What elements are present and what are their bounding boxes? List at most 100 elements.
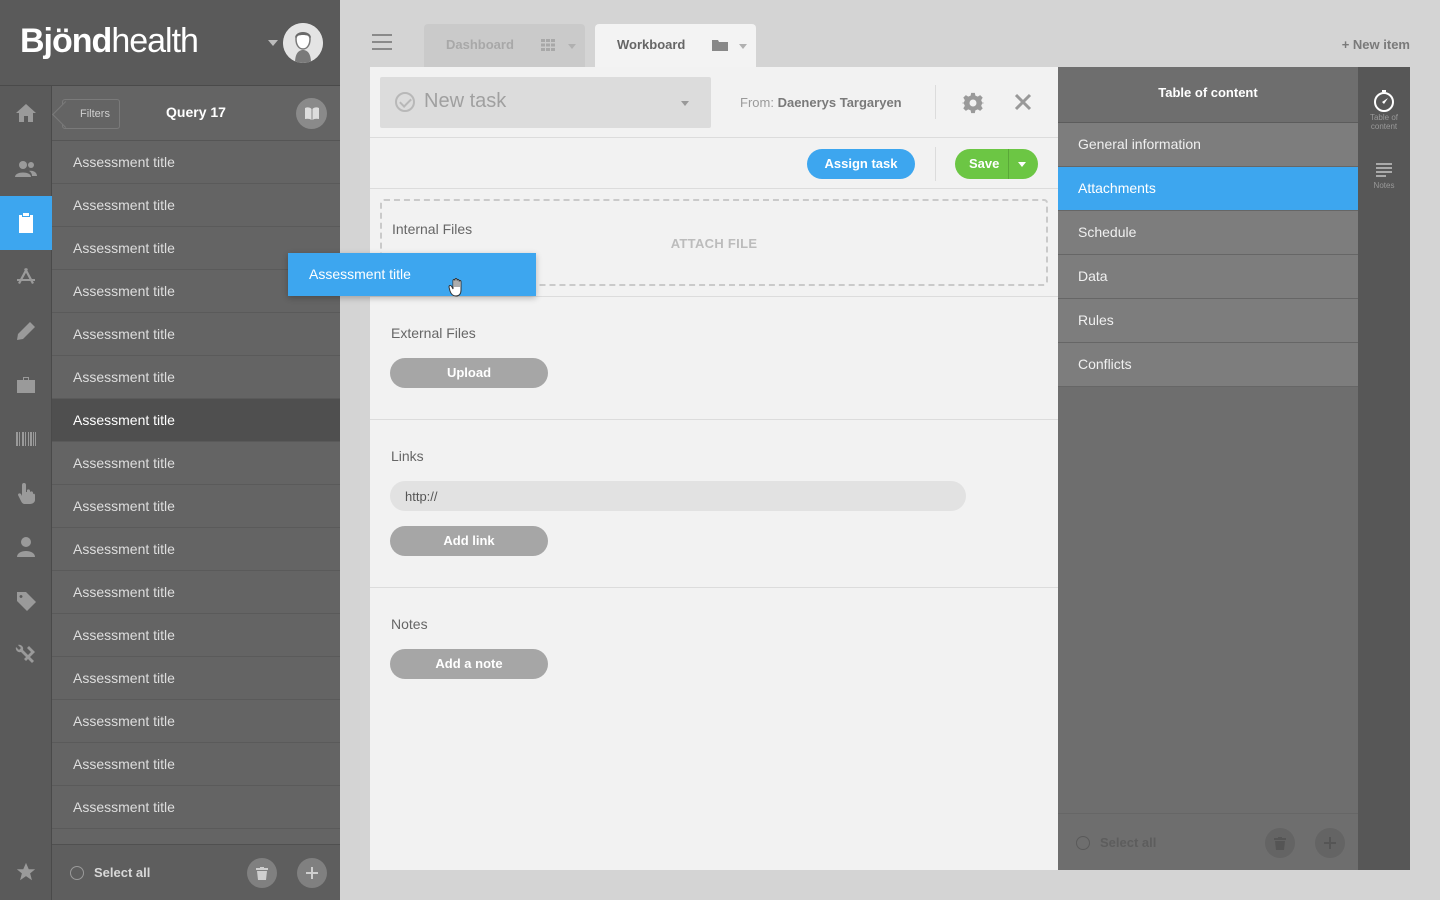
external-files-label: External Files — [391, 325, 476, 341]
list-item[interactable]: Assessment title — [52, 184, 340, 227]
divider — [935, 147, 936, 181]
chevron-down-icon[interactable] — [739, 44, 747, 49]
plus-icon — [1324, 837, 1336, 849]
chevron-down-icon[interactable] — [568, 44, 576, 49]
nav-apps[interactable] — [0, 250, 52, 304]
dragged-list-item[interactable]: Assessment title — [288, 253, 536, 296]
nav-users[interactable] — [0, 142, 52, 196]
user-menu-chevron-icon[interactable] — [268, 40, 278, 46]
select-all-radio[interactable] — [70, 866, 84, 880]
task-type-select[interactable]: New task — [380, 77, 711, 128]
list-item[interactable]: Assessment title — [52, 743, 340, 786]
trash-icon — [1274, 837, 1286, 850]
toc-item-schedule[interactable]: Schedule — [1058, 211, 1358, 255]
notes-icon — [1376, 163, 1392, 177]
grab-hand-icon — [448, 278, 462, 297]
users-icon — [15, 161, 37, 177]
toc-title: Table of content — [1058, 67, 1358, 123]
assign-task-button[interactable]: Assign task — [807, 149, 915, 179]
list-item[interactable]: Assessment title — [52, 442, 340, 485]
book-button[interactable] — [296, 98, 327, 129]
divider — [370, 296, 1058, 297]
nav-favorites[interactable] — [0, 845, 52, 899]
gear-icon[interactable] — [962, 92, 984, 114]
select-all-label[interactable]: Select all — [94, 865, 150, 880]
list-item[interactable]: Assessment title — [52, 399, 340, 442]
table-of-content-panel: Table of content General information Atta… — [1058, 67, 1358, 870]
list-item[interactable]: Assessment title — [52, 786, 340, 829]
toc-item-general-information[interactable]: General information — [1058, 123, 1358, 167]
side-tool-rail: Table of content Notes — [1358, 67, 1410, 870]
new-item-button[interactable]: + New item — [1342, 37, 1410, 52]
nav-people[interactable] — [0, 520, 52, 574]
add-link-button[interactable]: Add link — [390, 526, 548, 556]
tag-icon — [17, 592, 36, 611]
nav-edit[interactable] — [0, 304, 52, 358]
internal-files-label: Internal Files — [392, 221, 473, 237]
add-note-button[interactable]: Add a note — [390, 649, 548, 679]
nav-settings[interactable] — [0, 628, 52, 682]
list-header: Filters Query 17 — [52, 86, 340, 141]
toc-tool-caption: Table of content — [1369, 113, 1399, 131]
delete-button[interactable] — [247, 858, 277, 888]
avatar[interactable] — [283, 23, 323, 63]
save-options-chevron-icon[interactable] — [1018, 162, 1026, 167]
trash-icon — [256, 867, 268, 880]
check-circle-icon — [395, 92, 415, 112]
nav-inventory[interactable] — [0, 412, 52, 466]
home-icon — [16, 104, 36, 122]
menu-toggle[interactable] — [372, 34, 392, 50]
close-icon[interactable] — [1013, 92, 1033, 112]
user-avatar-icon — [283, 23, 323, 63]
chevron-down-icon — [681, 101, 689, 106]
nav-assessments[interactable] — [0, 196, 52, 250]
list-item[interactable]: Assessment title — [52, 528, 340, 571]
divider — [935, 85, 936, 119]
notes-tool[interactable]: Notes — [1358, 161, 1410, 190]
table-of-content-tool[interactable]: Table of content — [1358, 89, 1410, 131]
list-item[interactable]: Assessment title — [52, 657, 340, 700]
add-button[interactable] — [297, 858, 327, 888]
links-label: Links — [391, 448, 424, 464]
nav-cases[interactable] — [0, 358, 52, 412]
list-item[interactable]: Assessment title — [52, 700, 340, 743]
nav-tags[interactable] — [0, 574, 52, 628]
tab-dashboard[interactable]: Dashboard — [424, 24, 585, 67]
folder-icon — [712, 40, 728, 51]
list-item[interactable]: Assessment title — [52, 485, 340, 528]
app-store-icon — [17, 268, 35, 284]
task-from: From: Daenerys Targaryen — [740, 95, 902, 110]
toc-delete-button[interactable] — [1265, 828, 1295, 858]
list-item[interactable]: Assessment title — [52, 356, 340, 399]
brand-bar: Bjöndhealth — [0, 0, 340, 86]
toc-item-conflicts[interactable]: Conflicts — [1058, 343, 1358, 387]
list-item[interactable]: Assessment title — [52, 614, 340, 657]
notes-tool-caption: Notes — [1373, 181, 1395, 190]
task-name: New task — [424, 90, 507, 112]
toc-select-all-label[interactable]: Select all — [1100, 835, 1156, 850]
barcode-icon — [16, 432, 36, 446]
list-footer: Select all — [52, 844, 340, 900]
toc-item-data[interactable]: Data — [1058, 255, 1358, 299]
notes-label: Notes — [391, 616, 428, 632]
list-item[interactable]: Assessment title — [52, 313, 340, 356]
tab-dashboard-label: Dashboard — [446, 37, 514, 52]
tab-workboard-label: Workboard — [617, 37, 686, 52]
nav-home[interactable] — [0, 86, 52, 140]
link-url-input[interactable] — [390, 481, 966, 511]
upload-button[interactable]: Upload — [390, 358, 548, 388]
save-button[interactable]: Save — [955, 149, 1038, 179]
tab-workboard[interactable]: Workboard — [595, 24, 756, 67]
save-label: Save — [969, 156, 1000, 171]
toc-item-attachments[interactable]: Attachments — [1058, 167, 1358, 211]
grid-icon — [541, 39, 555, 51]
query-list-panel: Filters Query 17 Assessment title Assessm… — [52, 86, 340, 900]
toc-select-all-radio[interactable] — [1076, 836, 1090, 850]
nav-touch[interactable] — [0, 466, 52, 520]
toc-item-rules[interactable]: Rules — [1058, 299, 1358, 343]
list-item[interactable]: Assessment title — [52, 571, 340, 614]
logo[interactable]: Bjöndhealth — [20, 22, 199, 61]
list-item[interactable]: Assessment title — [52, 141, 340, 184]
toc-add-button[interactable] — [1315, 828, 1345, 858]
tools-icon — [15, 644, 35, 663]
